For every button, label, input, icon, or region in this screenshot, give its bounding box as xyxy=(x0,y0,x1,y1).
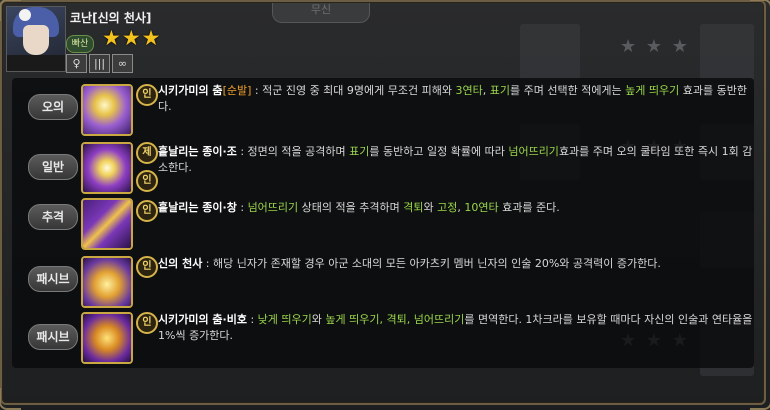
control-type-icon: 제 xyxy=(136,142,158,164)
skill-icon-passive-1[interactable] xyxy=(81,256,133,308)
highlighted-keyword: 고정 xyxy=(437,201,458,214)
element-icon: ∞ xyxy=(112,54,133,73)
skill-icon-chase[interactable] xyxy=(81,198,133,250)
frame-corner xyxy=(0,388,21,410)
frame-corner xyxy=(750,388,770,410)
character-name: 코난[신의 천사] xyxy=(70,11,152,25)
skill-name: 시키가미의 춤 xyxy=(158,84,223,97)
skill-description: 신의 천사 : 해당 닌자가 존재할 경우 아군 소대의 모든 아카츠키 멤버 … xyxy=(158,256,754,272)
highlighted-keyword: 높게 띄우기 xyxy=(625,84,680,97)
description-text: , xyxy=(482,84,490,97)
skill-icon-ougi[interactable] xyxy=(81,84,133,136)
skill-row-passive-2: 패시브 인 시키가미의 춤·비호 : 낮게 띄우기와 높게 띄우기, 격퇴, 넘… xyxy=(0,310,770,366)
description-text: 를 주며 선택한 적에게는 xyxy=(509,84,626,97)
description-text: 를 동반하고 일정 확률에 따라 xyxy=(369,145,509,158)
highlighted-keyword: 3연타 xyxy=(455,84,483,97)
chakra-type-icon: 인 xyxy=(136,200,158,222)
skill-icon-normal[interactable] xyxy=(81,142,133,194)
gender-icon: ♀ xyxy=(66,54,87,73)
skill-description: 흩날리는 종이·조 : 정면의 적을 공격하며 표기를 동반하고 일정 확률에 … xyxy=(158,144,754,176)
skill-description: 흩날리는 종이·창 : 넘어뜨리기 상태의 적을 추격하며 격퇴와 고정, 10… xyxy=(158,200,754,216)
category-label: 패시브 xyxy=(28,266,78,292)
description-text: : xyxy=(236,201,248,214)
highlighted-keyword: 높게 띄우기, 격퇴, 넘어뜨리기 xyxy=(325,313,465,326)
highlighted-keyword: 표기 xyxy=(349,145,370,158)
skill-row-passive-1: 패시브 인 신의 천사 : 해당 닌자가 존재할 경우 아군 소대의 모든 아카… xyxy=(0,254,770,310)
description-text: : 적군 진영 중 최대 9명에게 무조건 피해와 xyxy=(251,84,456,97)
skill-icon-passive-2[interactable] xyxy=(81,312,133,364)
highlighted-keyword: 낮게 띄우기 xyxy=(257,313,312,326)
description-text: 와 xyxy=(423,201,438,214)
chakra-type-icon: 인 xyxy=(136,256,158,278)
chakra-type-icon: 인 xyxy=(136,312,158,334)
skill-row-normal: 일반 제 인 흩날리는 종이·조 : 정면의 적을 공격하며 표기를 동반하고 … xyxy=(0,140,770,196)
highlighted-keyword: 10연타 xyxy=(464,201,499,214)
description-text: : xyxy=(246,313,258,326)
category-label: 패시브 xyxy=(28,324,78,350)
category-label: 일반 xyxy=(28,154,78,180)
category-label: 오의 xyxy=(28,94,78,120)
description-text: : 해당 닌자가 존재할 경우 아군 소대의 모든 아카츠키 멤버 닌자의 인술… xyxy=(202,257,661,270)
skill-description: 시키가미의 춤·비호 : 낮게 띄우기와 높게 띄우기, 격퇴, 넘어뜨리기를 … xyxy=(158,312,754,344)
chakra-type-icon: 인 xyxy=(136,170,158,192)
highlighted-keyword: 넘어뜨리기 xyxy=(247,201,299,214)
attribute-icon: ||| xyxy=(89,54,110,73)
chakra-type-icon: 인 xyxy=(136,84,158,106)
rank-badge: 빠산 xyxy=(66,35,94,53)
character-portrait[interactable] xyxy=(6,6,66,72)
description-text: 효과를 준다. xyxy=(498,201,560,214)
description-text: : 정면의 적을 공격하며 xyxy=(236,145,350,158)
highlighted-keyword: 표기 xyxy=(489,84,510,97)
category-label: 추격 xyxy=(28,204,78,230)
description-text: 와 xyxy=(311,313,326,326)
star-rating: ★★★ xyxy=(102,26,162,50)
skill-name: 흩날리는 종이·조 xyxy=(158,145,237,158)
highlighted-keyword: 넘어뜨리기 xyxy=(508,145,559,158)
skill-name: 신의 천사 xyxy=(158,257,203,270)
skill-name: 시키가미의 춤·비호 xyxy=(158,313,247,326)
description-text: 상태의 적을 추격하며 xyxy=(298,201,404,214)
skill-row-chase: 추격 인 흩날리는 종이·창 : 넘어뜨리기 상태의 적을 추격하며 격퇴와 고… xyxy=(0,198,770,254)
skill-description: 시키가미의 춤[순발] : 적군 진영 중 최대 9명에게 무조건 피해와 3연… xyxy=(158,83,754,115)
frame-corner xyxy=(750,0,770,21)
skill-name: 흩날리는 종이·창 xyxy=(158,201,237,214)
skill-tag: [순발] xyxy=(222,84,252,97)
skill-row-ougi: 오의 인 시키가미의 춤[순발] : 적군 진영 중 최대 9명에게 무조건 피… xyxy=(0,82,770,138)
highlighted-keyword: 격퇴 xyxy=(403,201,424,214)
